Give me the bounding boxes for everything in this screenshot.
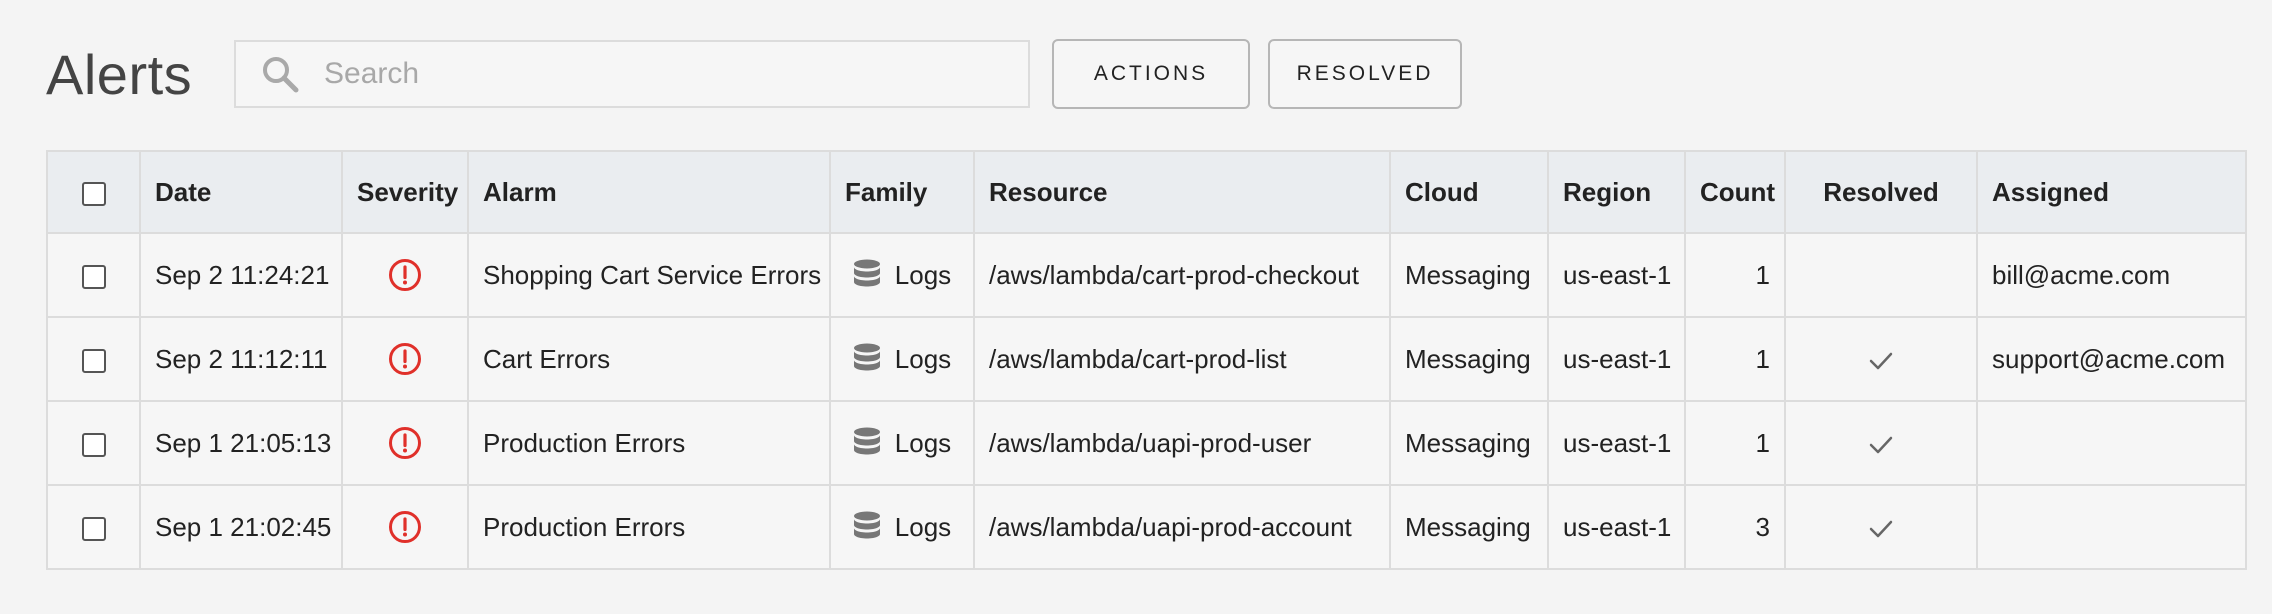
date-cell: Sep 2 11:24:21	[139, 232, 343, 318]
count-cell: 1	[1684, 232, 1786, 318]
assigned-cell: support@acme.com	[1976, 316, 2247, 402]
page-title: Alerts	[46, 42, 193, 106]
row-checkbox[interactable]	[81, 264, 106, 289]
column-header-cloud[interactable]: Cloud	[1389, 150, 1549, 234]
date-cell: Sep 1 21:05:13	[139, 400, 343, 486]
severity-cell	[341, 232, 469, 318]
select-all-checkbox[interactable]	[81, 181, 106, 206]
assigned-cell	[1976, 400, 2247, 486]
count-cell: 1	[1684, 400, 1786, 486]
alert-circle-icon	[389, 343, 421, 376]
column-header-resource[interactable]: Resource	[973, 150, 1391, 234]
region-cell: us-east-1	[1547, 484, 1686, 570]
cloud-cell: Messaging	[1389, 484, 1549, 570]
check-icon	[1869, 520, 1893, 537]
resource-cell: /aws/lambda/uapi-prod-account	[973, 484, 1391, 570]
resolved-cell	[1784, 484, 1978, 570]
family-cell: Logs	[829, 484, 975, 570]
family-label: Logs	[894, 511, 952, 542]
column-header-date[interactable]: Date	[139, 150, 343, 234]
row-checkbox[interactable]	[81, 516, 106, 541]
row-select-cell[interactable]	[46, 232, 141, 318]
assigned-cell	[1976, 484, 2247, 570]
column-header-severity[interactable]: Severity	[341, 150, 469, 234]
resource-cell: /aws/lambda/cart-prod-list	[973, 316, 1391, 402]
region-cell: us-east-1	[1547, 316, 1686, 402]
column-header-count[interactable]: Count	[1684, 150, 1786, 234]
severity-cell	[341, 400, 469, 486]
select-all-cell[interactable]	[46, 150, 141, 234]
table-row[interactable]: Sep 2 11:12:11 Cart Errors Logs/aws/lambda…	[46, 316, 2247, 402]
family-cell: Logs	[829, 316, 975, 402]
alarm-cell[interactable]: Cart Errors	[467, 316, 831, 402]
top-bar: Alerts ACTIONS RESOLVED	[46, 38, 1462, 110]
date-cell: Sep 1 21:02:45	[139, 484, 343, 570]
date-cell: Sep 2 11:12:11	[139, 316, 343, 402]
table-header-row: Date Severity Alarm Family Resource Clou…	[46, 150, 2247, 234]
resolved-filter-button[interactable]: RESOLVED	[1268, 39, 1462, 109]
cloud-cell: Messaging	[1389, 400, 1549, 486]
actions-button[interactable]: ACTIONS	[1052, 39, 1250, 109]
alert-circle-icon	[389, 427, 421, 460]
column-header-assigned[interactable]: Assigned	[1976, 150, 2247, 234]
search-input[interactable]	[322, 56, 1006, 92]
table-row[interactable]: Sep 1 21:05:13 Production Errors Logs/aws/…	[46, 400, 2247, 486]
database-icon	[853, 427, 880, 455]
family-label: Logs	[894, 343, 952, 374]
count-cell: 3	[1684, 484, 1786, 570]
check-icon	[1869, 352, 1893, 369]
family-label: Logs	[894, 259, 952, 290]
alert-circle-icon	[389, 511, 421, 544]
database-icon	[853, 259, 880, 287]
row-checkbox[interactable]	[81, 432, 106, 457]
column-header-alarm[interactable]: Alarm	[467, 150, 831, 234]
severity-cell	[341, 316, 469, 402]
family-cell: Logs	[829, 232, 975, 318]
count-cell: 1	[1684, 316, 1786, 402]
cloud-cell: Messaging	[1389, 316, 1549, 402]
resolved-cell	[1784, 400, 1978, 486]
family-label: Logs	[894, 427, 952, 458]
row-select-cell[interactable]	[46, 484, 141, 570]
region-cell: us-east-1	[1547, 400, 1686, 486]
search-icon	[263, 57, 299, 93]
table-row[interactable]: Sep 1 21:02:45 Production Errors Logs/aws/…	[46, 484, 2247, 570]
search-box[interactable]	[234, 40, 1030, 108]
database-icon	[853, 511, 880, 539]
resolved-cell	[1784, 232, 1978, 318]
severity-cell	[341, 484, 469, 570]
table-row[interactable]: Sep 2 11:24:21 Shopping Cart Service Erro…	[46, 232, 2247, 318]
alarm-cell[interactable]: Shopping Cart Service Errors	[467, 232, 831, 318]
database-icon	[853, 343, 880, 371]
alarm-cell[interactable]: Production Errors	[467, 400, 831, 486]
column-header-region[interactable]: Region	[1547, 150, 1686, 234]
column-header-family[interactable]: Family	[829, 150, 975, 234]
alarm-cell[interactable]: Production Errors	[467, 484, 831, 570]
row-checkbox[interactable]	[81, 348, 106, 373]
alerts-table: Date Severity Alarm Family Resource Clou…	[46, 150, 2247, 570]
resource-cell: /aws/lambda/cart-prod-checkout	[973, 232, 1391, 318]
check-icon	[1869, 436, 1893, 453]
region-cell: us-east-1	[1547, 232, 1686, 318]
row-select-cell[interactable]	[46, 400, 141, 486]
table-body: Sep 2 11:24:21 Shopping Cart Service Erro…	[46, 232, 2247, 570]
resource-cell: /aws/lambda/uapi-prod-user	[973, 400, 1391, 486]
row-select-cell[interactable]	[46, 316, 141, 402]
alert-circle-icon	[389, 259, 421, 292]
cloud-cell: Messaging	[1389, 232, 1549, 318]
assigned-cell: bill@acme.com	[1976, 232, 2247, 318]
family-cell: Logs	[829, 400, 975, 486]
column-header-resolved[interactable]: Resolved	[1784, 150, 1978, 234]
resolved-cell	[1784, 316, 1978, 402]
